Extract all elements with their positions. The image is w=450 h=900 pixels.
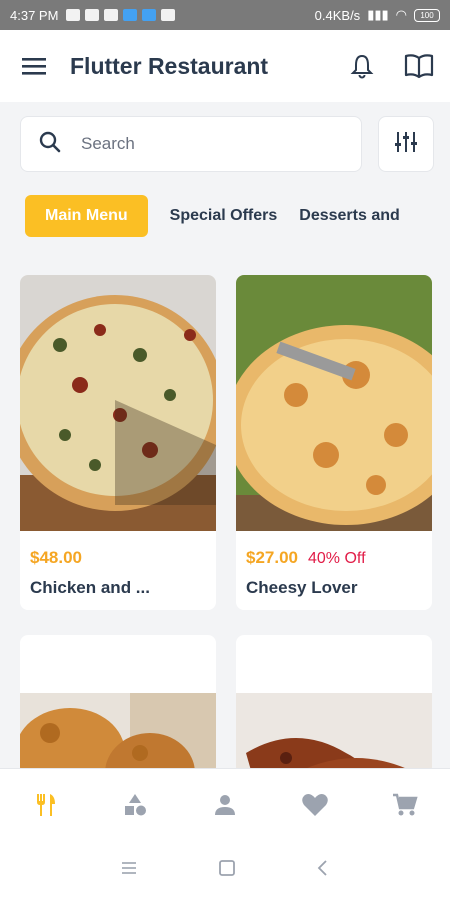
signal-icon: ▮▮▮: [367, 7, 389, 22]
product-card[interactable]: $48.00 Chicken and ...: [20, 275, 216, 610]
battery-icon: 100: [414, 8, 440, 22]
app-bar: Flutter Restaurant: [0, 30, 450, 102]
book-icon[interactable]: [404, 53, 434, 79]
discount-badge: 40% Off: [308, 550, 366, 567]
product-card[interactable]: [20, 635, 216, 775]
net-speed: 0.4KB/s: [314, 7, 361, 23]
search-input[interactable]: [81, 134, 281, 154]
app-icon: [142, 9, 157, 21]
restaurant-icon[interactable]: [25, 785, 65, 825]
product-name: Chicken and ...: [30, 578, 150, 597]
app-icon: [123, 9, 138, 21]
message-icon: [66, 9, 81, 21]
status-bar: 4:37 PM 0.4KB/s ▮▮▮ ◠ 100: [0, 0, 450, 30]
system-nav: [0, 840, 450, 900]
tab-special-offers[interactable]: Special Offers: [170, 195, 278, 237]
search-row: [20, 116, 434, 172]
wifi-icon: ◠: [395, 7, 407, 22]
tab-desserts[interactable]: Desserts and: [299, 195, 400, 237]
search-box[interactable]: [20, 116, 362, 172]
product-card[interactable]: $27.00 40% Off Cheesy Lover: [236, 275, 432, 610]
bell-notification-icon: [104, 9, 119, 21]
menu-icon[interactable]: [22, 56, 46, 76]
person-icon[interactable]: [205, 785, 245, 825]
product-card[interactable]: [236, 635, 432, 775]
bottom-nav: [0, 768, 450, 840]
cart-icon[interactable]: [385, 785, 425, 825]
product-image: [20, 693, 216, 775]
product-image: [236, 693, 432, 775]
product-image: [236, 275, 432, 531]
notification-icons: [66, 9, 176, 21]
home-icon[interactable]: [218, 859, 236, 882]
category-tabs: Main Menu Special Offers Desserts and: [25, 194, 450, 238]
bell-icon[interactable]: [350, 53, 374, 79]
app-title: Flutter Restaurant: [70, 52, 269, 79]
filter-button[interactable]: [378, 116, 434, 172]
product-name: Cheesy Lover: [246, 578, 358, 597]
recents-icon[interactable]: [120, 860, 138, 881]
category-shapes-icon[interactable]: [115, 785, 155, 825]
search-icon: [39, 131, 61, 158]
product-price: $27.00: [246, 548, 298, 567]
tab-main-menu[interactable]: Main Menu: [25, 195, 148, 237]
app-notification-icon: [85, 9, 100, 21]
product-image: [20, 275, 216, 531]
product-price: $48.00: [30, 548, 82, 567]
trash-icon: [161, 9, 176, 21]
heart-icon[interactable]: [295, 785, 335, 825]
sliders-icon: [394, 131, 418, 158]
back-icon[interactable]: [316, 859, 330, 882]
status-time: 4:37 PM: [10, 7, 59, 23]
